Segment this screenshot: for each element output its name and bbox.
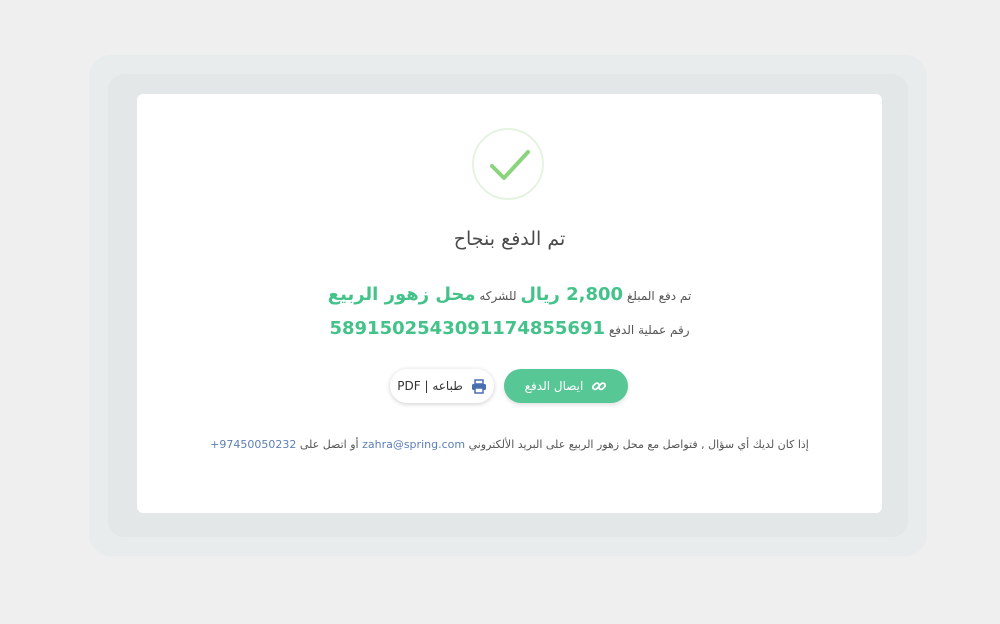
link-icon <box>592 382 607 391</box>
payment-receipt-label: ايصال الدفع <box>524 379 584 393</box>
transaction-number: 58915025430911748556​91 <box>329 318 606 339</box>
contact-phone-link[interactable]: +97450050232 <box>210 438 296 451</box>
success-badge <box>472 128 544 200</box>
company-label: للشركه <box>479 289 517 303</box>
payment-success-card: تم الدفع بنجاح تم دفع المبلغ 2,800 ريال … <box>137 94 882 513</box>
checkmark-icon <box>490 150 530 180</box>
amount-line: تم دفع المبلغ 2,800 ريال للشركه محل زهور… <box>137 284 882 305</box>
contact-info: إذا كان لديك أي سؤال , فتواصل مع محل زهو… <box>137 438 882 451</box>
print-pdf-button[interactable]: طباعه | PDF <box>390 369 494 403</box>
company-name: محل زهور الربيع <box>327 284 476 305</box>
printer-icon <box>471 378 486 394</box>
paid-label: تم دفع المبلغ <box>626 289 692 303</box>
contact-text-prefix: إذا كان لديك أي سؤال , فتواصل مع محل زهو… <box>468 438 809 451</box>
print-pdf-label: طباعه | PDF <box>397 379 463 393</box>
contact-text-middle: أو اتصل على <box>299 438 359 451</box>
transaction-line: رقم عملية الدفع 58915025430911748556​91 <box>137 318 882 339</box>
paid-amount: 2,800 ريال <box>520 284 624 305</box>
success-title: تم الدفع بنجاح <box>453 228 566 250</box>
payment-receipt-button[interactable]: ايصال الدفع <box>504 369 628 403</box>
contact-email-link[interactable]: zahra@spring.com <box>362 438 465 451</box>
action-buttons: ايصال الدفع طباعه | PDF <box>137 369 882 405</box>
transaction-label: رقم عملية الدفع <box>608 323 690 337</box>
